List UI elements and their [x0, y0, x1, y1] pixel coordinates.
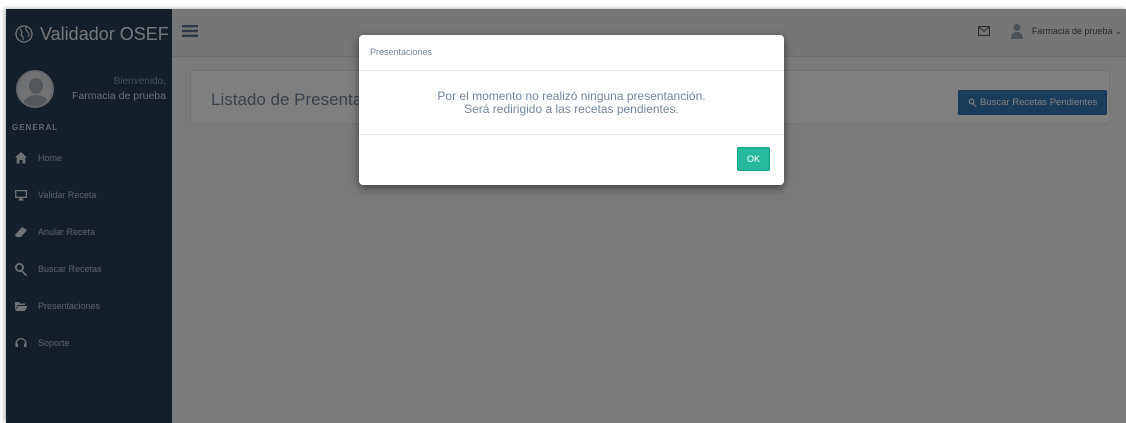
modal-footer: OK — [359, 135, 784, 185]
modal-body: Por el momento no realizó ninguna presen… — [359, 71, 784, 135]
modal-header: Presentaciones — [359, 35, 784, 71]
app-window: Validador OSEF Bienvenido, Farmacia de p… — [6, 9, 1126, 423]
modal-dialog: Presentaciones Por el momento no realizó… — [359, 35, 784, 185]
modal-message-line-2: Será redirigido a las recetas pendientes… — [464, 102, 679, 116]
ok-button[interactable]: OK — [737, 147, 770, 171]
modal-title: Presentaciones — [370, 47, 433, 57]
